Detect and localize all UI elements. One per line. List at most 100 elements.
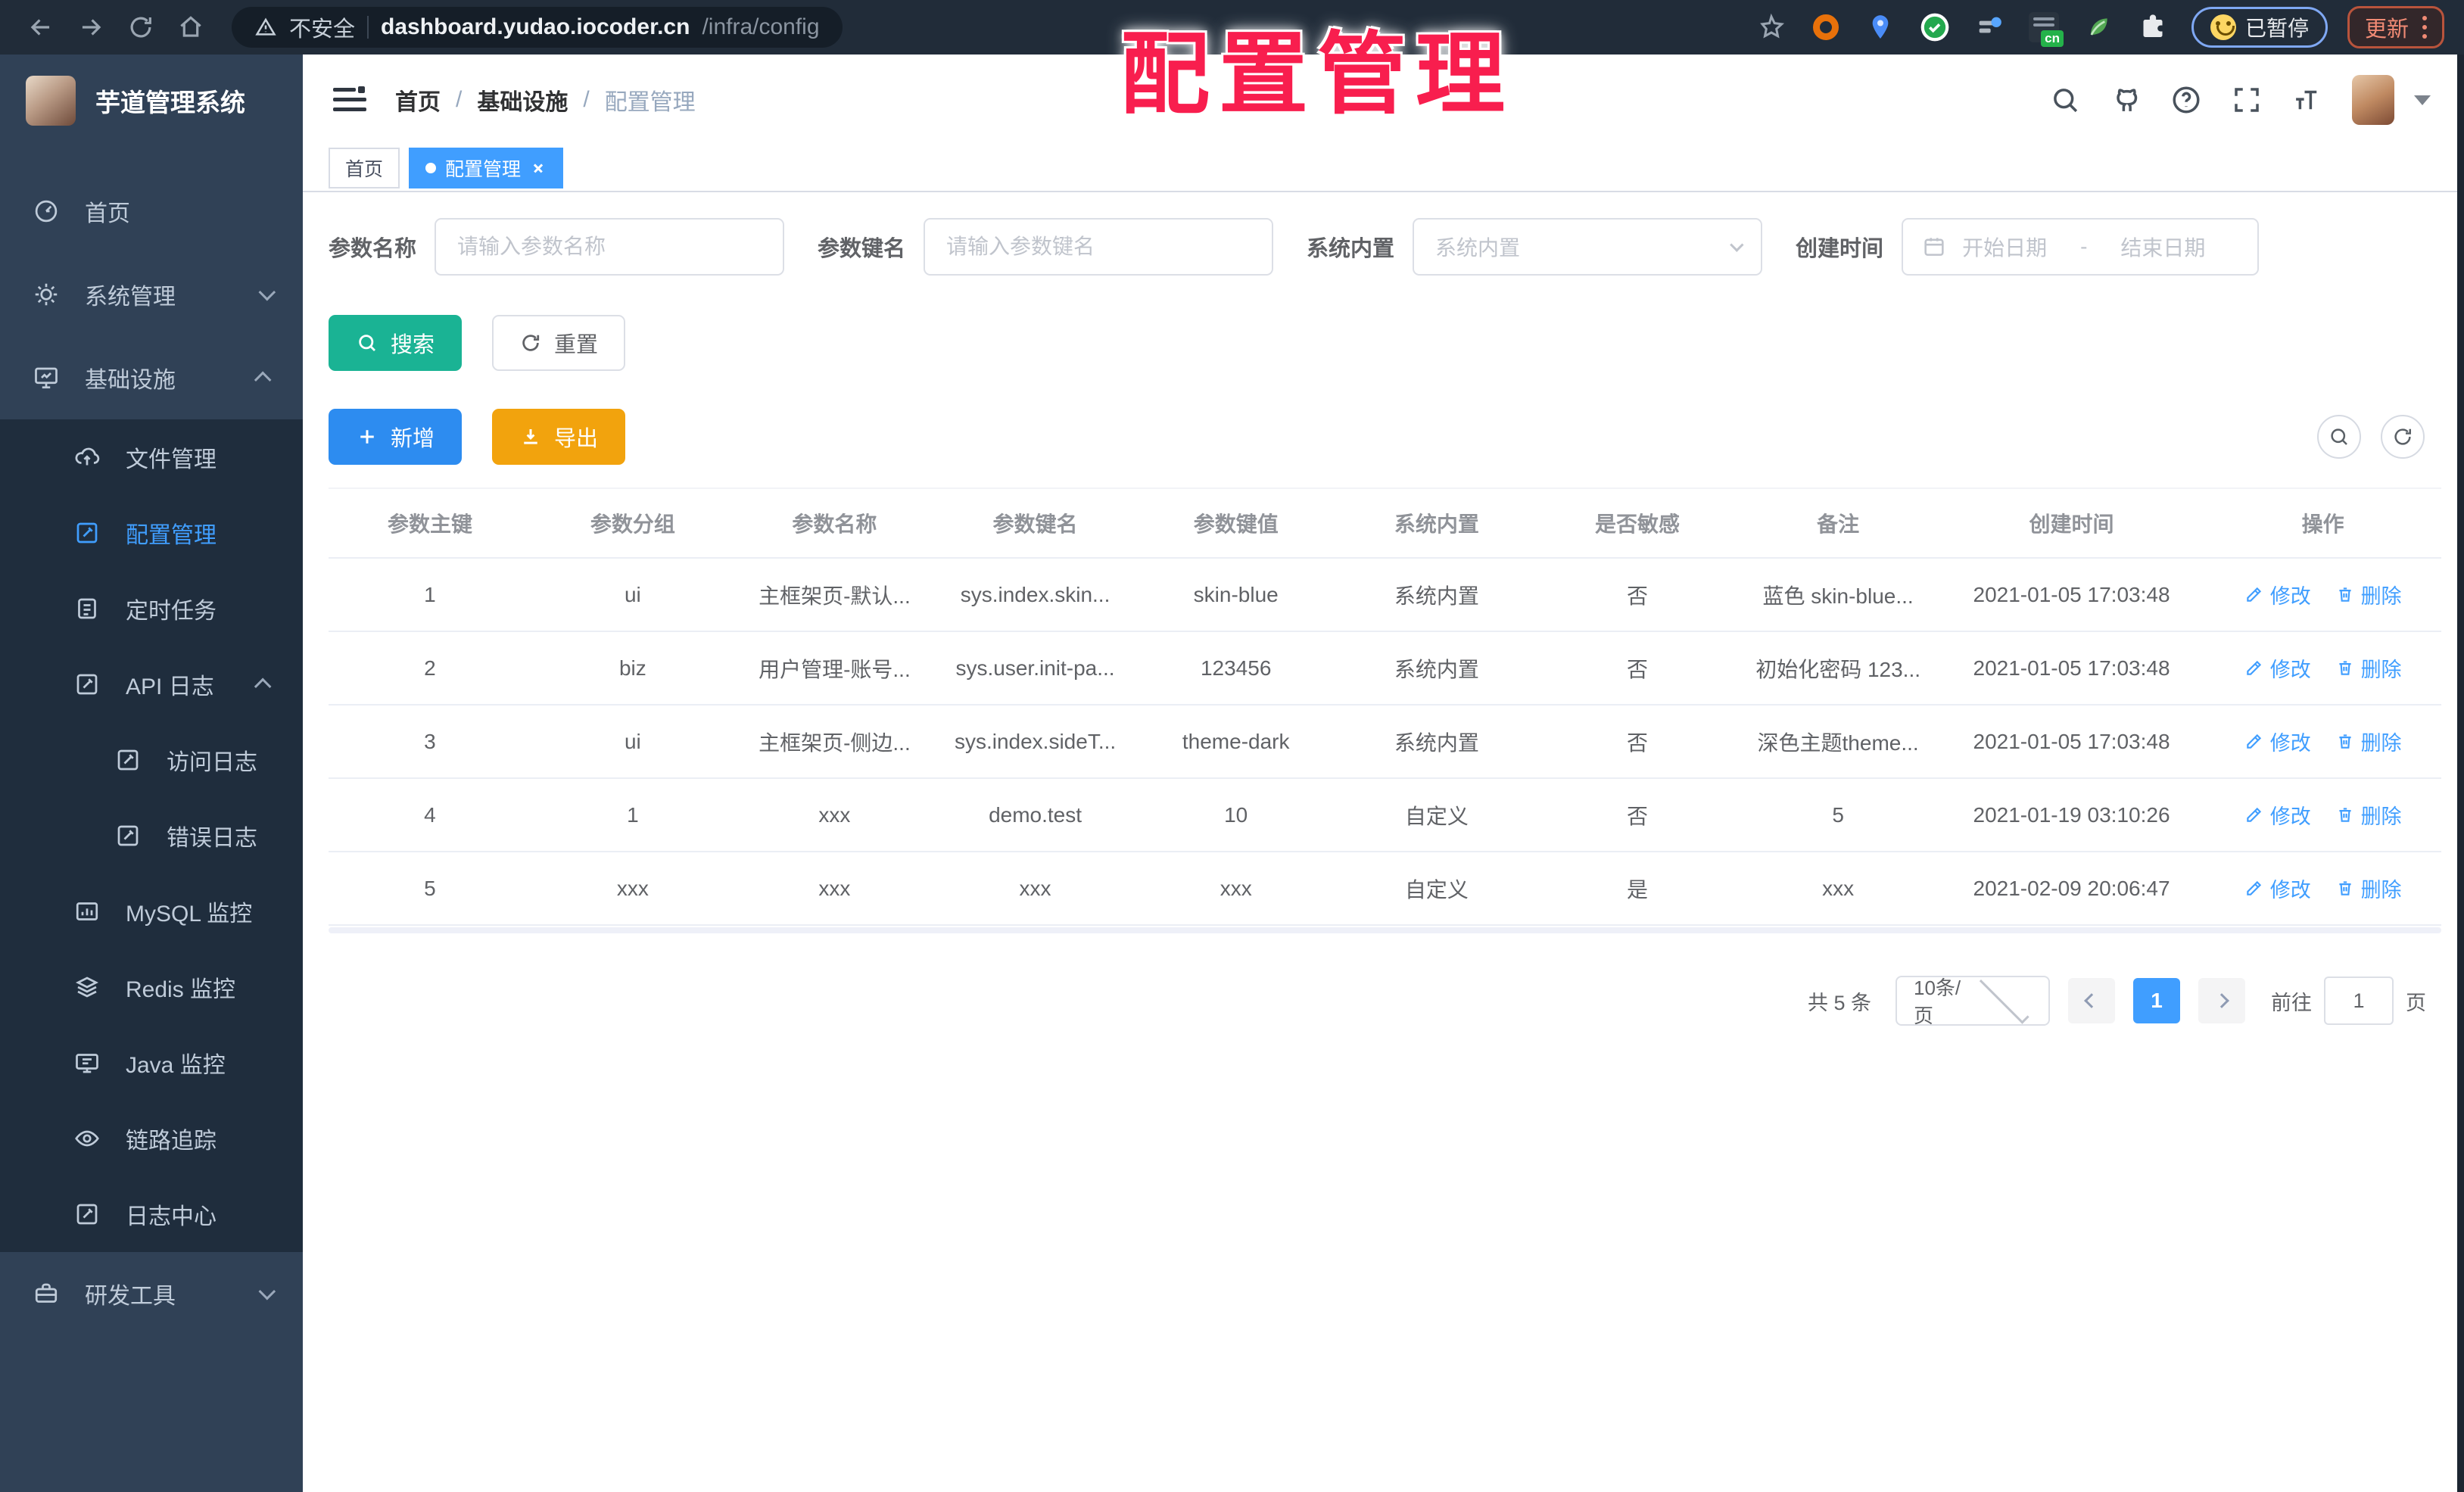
add-button[interactable]: 新增 xyxy=(329,409,463,465)
extension-leaf-icon[interactable] xyxy=(2081,10,2116,45)
breadcrumb-home[interactable]: 首页 xyxy=(395,83,441,117)
fullscreen-icon[interactable] xyxy=(2225,78,2269,122)
edit-link[interactable]: 修改 xyxy=(2244,874,2311,903)
plus-icon xyxy=(360,430,374,444)
prev-page-button[interactable] xyxy=(2068,978,2115,1023)
browser-reload-icon[interactable] xyxy=(120,6,162,48)
sidebar-item-error-log[interactable]: 错误日志 xyxy=(0,798,303,874)
main-panel: 首页 / 基础设施 / 配置管理 首页 配置管理 参数名称 请输入参数名称 参数… xyxy=(303,55,2464,1492)
extension-orange-donut-icon[interactable] xyxy=(1808,10,1843,45)
breadcrumb-separator: / xyxy=(456,87,463,112)
param-key-input[interactable] xyxy=(924,218,1274,276)
profile-paused-chip[interactable]: 已暂停 xyxy=(2191,7,2328,48)
sidebar-item-home[interactable]: 首页 xyxy=(0,170,303,253)
sidebar-item-tracing[interactable]: 链路追踪 xyxy=(0,1101,303,1176)
app-logo xyxy=(26,76,76,126)
search-icon[interactable] xyxy=(2043,78,2087,122)
extension-green-check-icon[interactable] xyxy=(1917,10,1952,45)
sidebar-item-system[interactable]: 系统管理 xyxy=(0,253,303,336)
chevron-down-icon xyxy=(258,283,276,301)
create-time-label: 创建时间 xyxy=(1796,237,1884,261)
edit-square-icon xyxy=(73,670,101,699)
extension-grid-icon[interactable] xyxy=(1972,10,2007,45)
delete-link[interactable]: 删除 xyxy=(2335,727,2402,756)
user-avatar[interactable] xyxy=(2352,75,2394,125)
date-range-picker[interactable]: 开始日期 - 结束日期 xyxy=(1902,218,2260,276)
address-bar[interactable]: 不安全 dashboard.yudao.iocoder.cn /infra/co… xyxy=(232,7,843,48)
search-button[interactable]: 搜索 xyxy=(329,315,463,371)
sidebar-item-file-management[interactable]: 文件管理 xyxy=(0,419,303,495)
extensions-puzzle-icon[interactable] xyxy=(2135,10,2170,45)
sidebar-item-log-center[interactable]: 日志中心 xyxy=(0,1176,303,1252)
browser-update-button[interactable]: 更新 xyxy=(2347,6,2444,48)
sidebar-item-infra[interactable]: 基础设施 xyxy=(0,336,303,419)
extension-cn-icon[interactable]: cn xyxy=(2026,10,2064,47)
page-size-select[interactable]: 10条/页 xyxy=(1896,973,2050,1027)
sidebar-logo-row[interactable]: 芋道管理系统 xyxy=(0,55,303,147)
toggle-search-button[interactable] xyxy=(2317,415,2361,459)
col-header-value: 参数键值 xyxy=(1135,487,1337,559)
breadcrumb-infra[interactable]: 基础设施 xyxy=(477,83,568,117)
param-name-input[interactable] xyxy=(435,218,785,276)
date-start-placeholder: 开始日期 xyxy=(1962,236,2048,260)
table-scrollbar-track[interactable] xyxy=(329,927,2441,933)
sidebar-item-access-log[interactable]: 访问日志 xyxy=(0,722,303,798)
table-row: 3 ui 主框架页-侧边... sys.index.sideT... theme… xyxy=(329,705,2441,779)
sidebar-menu: 首页 系统管理 基础设施 文件管理 配置管理 定时任务 API 日志 访问日志 … xyxy=(0,147,303,1335)
sidebar-item-redis-monitor[interactable]: Redis 监控 xyxy=(0,949,303,1025)
browser-menu-kebab-icon[interactable] xyxy=(2422,16,2427,39)
trash-icon xyxy=(2338,808,2351,822)
delete-link[interactable]: 删除 xyxy=(2335,800,2402,830)
browser-home-icon[interactable] xyxy=(170,6,212,48)
sidebar-item-dev-tools[interactable]: 研发工具 xyxy=(0,1252,303,1335)
tab-home[interactable]: 首页 xyxy=(329,148,400,188)
delete-link[interactable]: 删除 xyxy=(2335,653,2402,683)
refresh-table-button[interactable] xyxy=(2381,415,2425,459)
url-path: /infra/config xyxy=(702,14,820,39)
help-icon[interactable] xyxy=(2164,78,2208,122)
search-icon xyxy=(359,335,375,351)
delete-link[interactable]: 删除 xyxy=(2335,874,2402,903)
pencil-icon xyxy=(2247,661,2261,675)
sidebar-collapse-icon[interactable] xyxy=(333,83,366,117)
export-button[interactable]: 导出 xyxy=(492,409,626,465)
tab-config-management[interactable]: 配置管理 xyxy=(409,148,564,188)
next-page-button[interactable] xyxy=(2198,978,2245,1023)
sidebar-item-java-monitor[interactable]: Java 监控 xyxy=(0,1025,303,1101)
edit-link[interactable]: 修改 xyxy=(2244,800,2311,830)
sidebar-item-scheduled-jobs[interactable]: 定时任务 xyxy=(0,571,303,646)
current-page-button[interactable]: 1 xyxy=(2133,978,2180,1023)
edit-link[interactable]: 修改 xyxy=(2244,727,2311,756)
sidebar-item-config-management[interactable]: 配置管理 xyxy=(0,495,303,571)
browser-forward-icon[interactable] xyxy=(70,6,112,48)
browser-back-icon[interactable] xyxy=(20,6,62,48)
font-size-icon[interactable] xyxy=(2285,78,2329,122)
date-end-placeholder: 结束日期 xyxy=(2120,236,2206,260)
gear-icon xyxy=(32,280,61,309)
reset-button[interactable]: 重置 xyxy=(492,315,626,371)
user-menu-caret-icon[interactable] xyxy=(2414,95,2431,105)
table-row: 1 ui 主框架页-默认... sys.index.skin... skin-b… xyxy=(329,558,2441,632)
builtin-select[interactable]: 系统内置 xyxy=(1413,218,1763,276)
col-header-sensitive: 是否敏感 xyxy=(1537,487,1738,559)
chevron-up-icon xyxy=(254,371,272,389)
sidebar-item-api-log[interactable]: API 日志 xyxy=(0,646,303,722)
extension-pin-icon[interactable] xyxy=(1863,10,1898,45)
close-icon[interactable] xyxy=(530,160,547,176)
paused-label: 已暂停 xyxy=(2244,17,2309,40)
delete-link[interactable]: 删除 xyxy=(2335,580,2402,609)
bookmark-star-icon[interactable] xyxy=(1754,10,1789,45)
sidebar-item-mysql-monitor[interactable]: MySQL 监控 xyxy=(0,874,303,949)
download-icon xyxy=(524,429,537,444)
edit-link[interactable]: 修改 xyxy=(2244,653,2311,683)
col-header-key: 参数键名 xyxy=(934,487,1136,559)
page-content: 参数名称 参数键名 系统内置 系统内置 创建时间 开始日期 - 结束日期 xyxy=(303,192,2464,1492)
pagination: 共 5 条 10条/页 1 前往 页 xyxy=(329,973,2441,1027)
github-icon[interactable] xyxy=(2104,78,2148,122)
browser-scrollbar[interactable] xyxy=(2457,55,2464,1492)
goto-page-input[interactable] xyxy=(2324,976,2394,1025)
sidebar-submenu-infra: 文件管理 配置管理 定时任务 API 日志 访问日志 错误日志 MySQL 监控… xyxy=(0,419,303,1252)
trash-icon xyxy=(2338,661,2351,675)
chevron-down-icon xyxy=(258,1282,276,1300)
edit-link[interactable]: 修改 xyxy=(2244,580,2311,609)
